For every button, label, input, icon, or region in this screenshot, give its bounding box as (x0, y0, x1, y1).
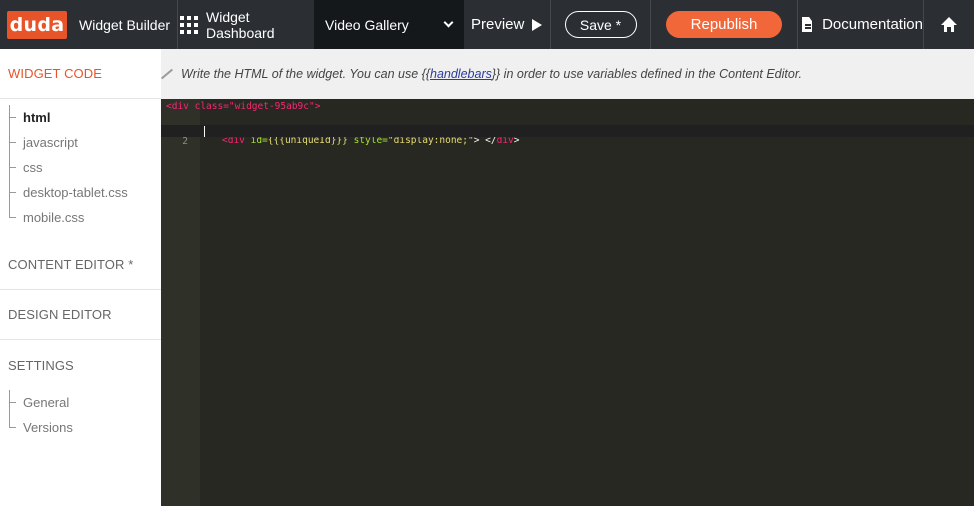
sidebar-item-widget-code[interactable]: WIDGET CODE (0, 49, 161, 99)
collapse-handle-icon (160, 68, 174, 80)
widget-dashboard-button[interactable]: Widget Dashboard (178, 0, 314, 49)
preview-label: Preview (471, 16, 525, 33)
selected-widget-label: Video Gallery (325, 16, 409, 33)
republish-button[interactable]: Republish (666, 11, 782, 38)
republish-area: Republish (651, 0, 798, 49)
widget-selector[interactable]: Video Gallery (314, 0, 464, 49)
wrapper-open-tag: <div class="widget-95ab9c"> (166, 101, 321, 112)
code-line-2[interactable]: 2 (161, 125, 974, 147)
main-panel: Write the HTML of the widget. You can us… (160, 49, 974, 506)
file-css[interactable]: css (9, 155, 161, 180)
hint-text-end: }} in order to use variables defined in … (491, 67, 803, 81)
sidebar: WIDGET CODE html javascript css desktop-… (0, 49, 161, 506)
documentation-label: Documentation (822, 16, 923, 33)
save-button[interactable]: Save * (564, 11, 637, 38)
editor-hint: Write the HTML of the widget. You can us… (160, 49, 974, 99)
handlebars-link[interactable]: handlebars (430, 67, 492, 81)
save-area: Save * (551, 0, 651, 49)
code-editor[interactable]: <div class="widget-95ab9c"> 1 <div id={{… (161, 99, 974, 506)
preview-button[interactable]: Preview (464, 0, 551, 49)
sidebar-item-settings[interactable]: SETTINGS (0, 340, 161, 390)
settings-tree: General Versions (0, 390, 161, 450)
file-html[interactable]: html (9, 105, 161, 130)
wrapper-code: <div class="widget-95ab9c"> (166, 101, 320, 112)
grid-icon (180, 15, 198, 34)
code-file-tree: html javascript css desktop-tablet.css m… (0, 99, 161, 240)
line-number: 2 (182, 136, 188, 147)
home-button[interactable] (924, 0, 974, 49)
widget-dashboard-label: Widget Dashboard (206, 8, 275, 41)
file-desktop-tablet-css[interactable]: desktop-tablet.css (9, 180, 161, 205)
logo-area[interactable]: duda (0, 0, 74, 49)
text-cursor (204, 126, 205, 137)
document-icon (802, 17, 813, 32)
app-title: Widget Builder (74, 0, 178, 49)
code-line-1[interactable]: 1 <div id={{{uniqueId}}} style="display:… (161, 113, 974, 146)
sidebar-item-design-editor[interactable]: DESIGN EDITOR (0, 290, 161, 340)
chevron-down-icon (443, 17, 454, 28)
sidebar-item-content-editor[interactable]: CONTENT EDITOR * (0, 240, 161, 290)
top-bar: duda Widget Builder Widget Dashboard Vid… (0, 0, 974, 49)
settings-general[interactable]: General (9, 390, 161, 415)
hint-text-start: Write the HTML of the widget. You can us… (181, 67, 430, 81)
settings-versions[interactable]: Versions (9, 415, 161, 440)
documentation-button[interactable]: Documentation (798, 0, 924, 49)
play-icon (532, 18, 543, 31)
file-javascript[interactable]: javascript (9, 130, 161, 155)
duda-logo: duda (7, 10, 67, 39)
home-icon (941, 17, 957, 32)
file-mobile-css[interactable]: mobile.css (9, 205, 161, 230)
